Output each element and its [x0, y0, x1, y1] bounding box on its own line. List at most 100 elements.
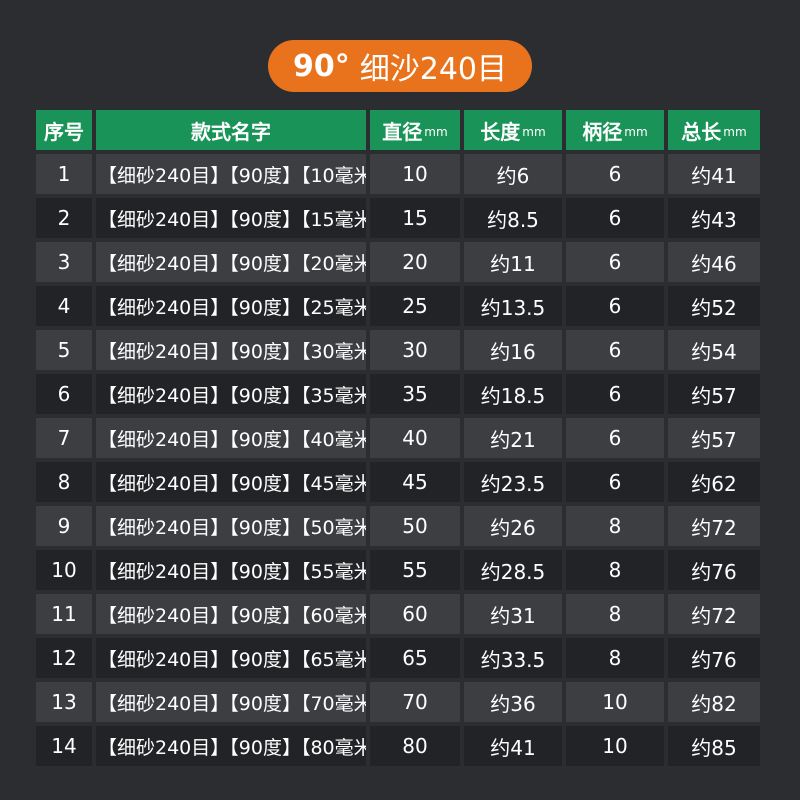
cell-index: 14: [36, 726, 92, 766]
cell-length: 约26: [464, 506, 562, 546]
cell-shank-diameter: 8: [566, 506, 664, 546]
header-length: 长度 mm: [464, 110, 562, 150]
header-style-name: 款式名字: [96, 110, 366, 150]
cell-total-length: 约46: [668, 242, 760, 282]
table-row: 5 【细砂240目】【90度】【30毫米】 30 约16 6 约54: [36, 330, 764, 370]
table-row: 14 【细砂240目】【90度】【80毫米】 80 约41 10 约85: [36, 726, 764, 766]
cell-index: 5: [36, 330, 92, 370]
title-grit: 细沙240目: [359, 52, 507, 87]
cell-shank-diameter: 6: [566, 286, 664, 326]
table-header-row: 序号 款式名字 直径 mm 长度 mm 柄径 mm 总长 mm: [36, 110, 764, 150]
cell-style-name: 【细砂240目】【90度】【45毫米】: [96, 462, 366, 502]
cell-total-length: 约52: [668, 286, 760, 326]
cell-diameter: 40: [370, 418, 460, 458]
cell-style-name: 【细砂240目】【90度】【10毫米】: [96, 154, 366, 194]
table-row: 9 【细砂240目】【90度】【50毫米】 50 约26 8 约72: [36, 506, 764, 546]
cell-diameter: 65: [370, 638, 460, 678]
cell-index: 13: [36, 682, 92, 722]
cell-diameter: 60: [370, 594, 460, 634]
cell-shank-diameter: 6: [566, 418, 664, 458]
cell-total-length: 约54: [668, 330, 760, 370]
unit-label: mm: [424, 125, 448, 139]
cell-shank-diameter: 6: [566, 198, 664, 238]
table-row: 12 【细砂240目】【90度】【65毫米】 65 约33.5 8 约76: [36, 638, 764, 678]
cell-diameter: 10: [370, 154, 460, 194]
cell-shank-diameter: 6: [566, 462, 664, 502]
cell-style-name: 【细砂240目】【90度】【80毫米】: [96, 726, 366, 766]
cell-shank-diameter: 6: [566, 242, 664, 282]
cell-shank-diameter: 8: [566, 638, 664, 678]
cell-total-length: 约82: [668, 682, 760, 722]
cell-index: 7: [36, 418, 92, 458]
cell-style-name: 【细砂240目】【90度】【70毫米】: [96, 682, 366, 722]
unit-label: mm: [624, 125, 648, 139]
page-title: 90° 细沙240目: [268, 40, 532, 92]
table-row: 2 【细砂240目】【90度】【15毫米】 15 约8.5 6 约43: [36, 198, 764, 238]
cell-style-name: 【细砂240目】【90度】【15毫米】: [96, 198, 366, 238]
cell-length: 约13.5: [464, 286, 562, 326]
cell-total-length: 约57: [668, 418, 760, 458]
cell-index: 9: [36, 506, 92, 546]
header-index: 序号: [36, 110, 92, 150]
cell-total-length: 约43: [668, 198, 760, 238]
cell-diameter: 25: [370, 286, 460, 326]
cell-style-name: 【细砂240目】【90度】【55毫米】: [96, 550, 366, 590]
cell-index: 4: [36, 286, 92, 326]
header-shank-diameter: 柄径 mm: [566, 110, 664, 150]
header-diameter: 直径 mm: [370, 110, 460, 150]
table-row: 3 【细砂240目】【90度】【20毫米】 20 约11 6 约46: [36, 242, 764, 282]
cell-total-length: 约76: [668, 638, 760, 678]
cell-shank-diameter: 6: [566, 330, 664, 370]
table-row: 1 【细砂240目】【90度】【10毫米】 10 约6 6 约41: [36, 154, 764, 194]
unit-label: mm: [522, 125, 546, 139]
cell-style-name: 【细砂240目】【90度】【50毫米】: [96, 506, 366, 546]
cell-index: 3: [36, 242, 92, 282]
cell-style-name: 【细砂240目】【90度】【20毫米】: [96, 242, 366, 282]
table-row: 6 【细砂240目】【90度】【35毫米】 35 约18.5 6 约57: [36, 374, 764, 414]
cell-total-length: 约85: [668, 726, 760, 766]
cell-index: 11: [36, 594, 92, 634]
cell-index: 8: [36, 462, 92, 502]
cell-total-length: 约72: [668, 506, 760, 546]
cell-shank-diameter: 10: [566, 682, 664, 722]
cell-length: 约8.5: [464, 198, 562, 238]
cell-diameter: 55: [370, 550, 460, 590]
cell-length: 约31: [464, 594, 562, 634]
cell-index: 12: [36, 638, 92, 678]
cell-style-name: 【细砂240目】【90度】【60毫米】: [96, 594, 366, 634]
cell-total-length: 约41: [668, 154, 760, 194]
cell-length: 约23.5: [464, 462, 562, 502]
table-row: 10 【细砂240目】【90度】【55毫米】 55 约28.5 8 约76: [36, 550, 764, 590]
spec-table: 序号 款式名字 直径 mm 长度 mm 柄径 mm 总长 mm 1 【细砂240目】【9…: [36, 110, 764, 770]
cell-shank-diameter: 8: [566, 594, 664, 634]
header-total-length: 总长 mm: [668, 110, 760, 150]
cell-style-name: 【细砂240目】【90度】【35毫米】: [96, 374, 366, 414]
table-row: 7 【细砂240目】【90度】【40毫米】 40 约21 6 约57: [36, 418, 764, 458]
cell-total-length: 约62: [668, 462, 760, 502]
cell-total-length: 约76: [668, 550, 760, 590]
cell-total-length: 约57: [668, 374, 760, 414]
cell-length: 约16: [464, 330, 562, 370]
cell-length: 约41: [464, 726, 562, 766]
cell-shank-diameter: 10: [566, 726, 664, 766]
cell-style-name: 【细砂240目】【90度】【30毫米】: [96, 330, 366, 370]
cell-diameter: 15: [370, 198, 460, 238]
title-angle: 90°: [292, 48, 350, 84]
cell-index: 1: [36, 154, 92, 194]
cell-diameter: 50: [370, 506, 460, 546]
table-row: 13 【细砂240目】【90度】【70毫米】 70 约36 10 约82: [36, 682, 764, 722]
table-row: 4 【细砂240目】【90度】【25毫米】 25 约13.5 6 约52: [36, 286, 764, 326]
cell-diameter: 80: [370, 726, 460, 766]
cell-shank-diameter: 6: [566, 154, 664, 194]
cell-style-name: 【细砂240目】【90度】【65毫米】: [96, 638, 366, 678]
cell-length: 约21: [464, 418, 562, 458]
unit-label: mm: [723, 125, 747, 139]
cell-total-length: 约72: [668, 594, 760, 634]
cell-length: 约6: [464, 154, 562, 194]
cell-length: 约11: [464, 242, 562, 282]
cell-diameter: 20: [370, 242, 460, 282]
cell-style-name: 【细砂240目】【90度】【25毫米】: [96, 286, 366, 326]
cell-length: 约18.5: [464, 374, 562, 414]
cell-length: 约33.5: [464, 638, 562, 678]
cell-shank-diameter: 6: [566, 374, 664, 414]
